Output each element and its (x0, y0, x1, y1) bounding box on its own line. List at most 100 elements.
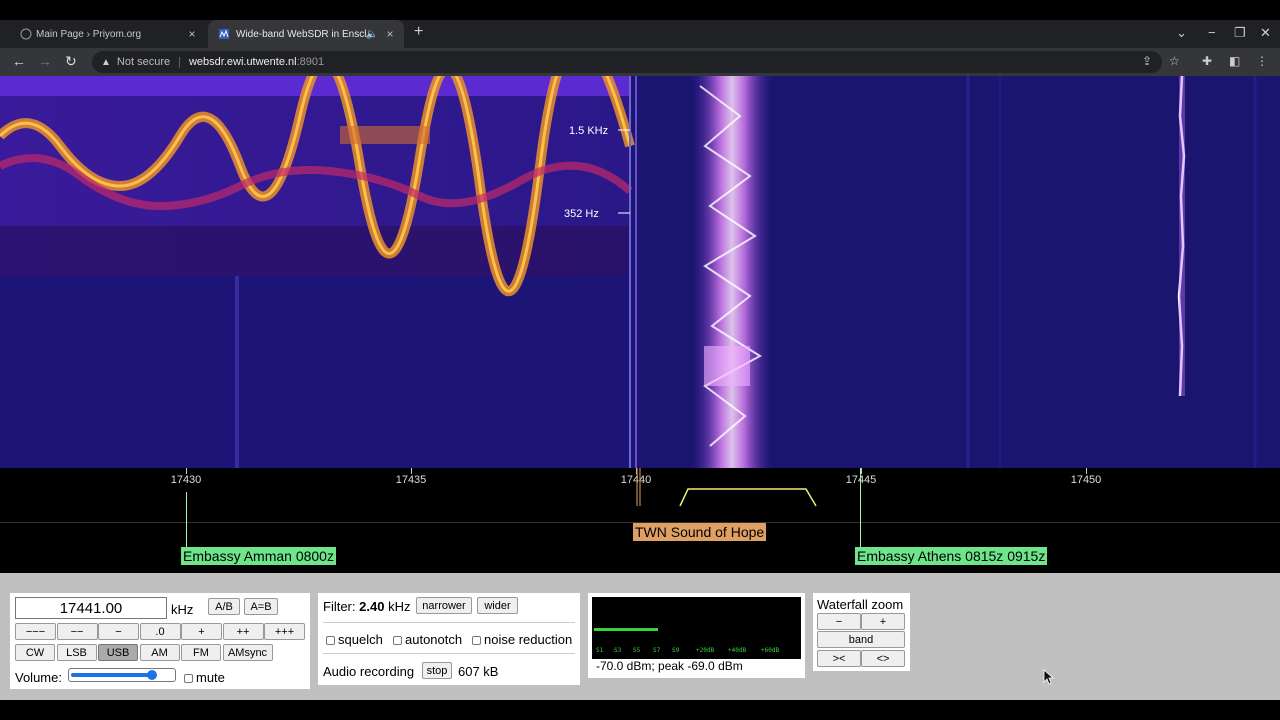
tab-priyom[interactable]: Main Page › Priyom.org × (10, 20, 206, 48)
audio-recording-label: Audio recording (323, 664, 415, 679)
mode-button-fm[interactable]: FM (181, 644, 221, 661)
frequency-box: 17441.00 kHz A/B A=B −−− −− − .0 + ++ +++ CW LS… (10, 593, 310, 689)
volume-label: Volume: (15, 670, 62, 685)
globe-icon (20, 28, 32, 40)
mode-button-am[interactable]: AM (139, 644, 180, 661)
passband-lower-label: 352 Hz (564, 208, 599, 220)
volume-slider-thumb[interactable] (147, 670, 158, 680)
divider (323, 653, 575, 654)
autonotch-checkbox[interactable]: autonotch (393, 632, 462, 647)
url-host: websdr.ewi.utwente.nl (188, 56, 297, 68)
close-tab-icon[interactable]: × (184, 27, 200, 41)
narrower-button[interactable]: narrower (416, 597, 472, 614)
close-tab-icon[interactable]: × (382, 27, 398, 41)
volume-slider[interactable] (68, 668, 176, 682)
zoom-narrow-button[interactable]: >< (817, 650, 861, 667)
divider (323, 622, 575, 623)
station-label-sound-of-hope[interactable]: TWN Sound of Hope (633, 523, 767, 541)
step-button[interactable]: −−− (15, 623, 56, 640)
screen-top-border (0, 0, 1280, 20)
frequency-scale[interactable]: 17430 17435 17440 17445 17450 TWN Sound of H… (0, 468, 1280, 573)
smeter-tick-label: S3 (614, 647, 622, 654)
forward-icon[interactable]: → (38, 53, 52, 69)
station-label-amman[interactable]: Embassy Amman 0800z (181, 547, 336, 565)
stop-recording-button[interactable]: stop (422, 662, 452, 679)
noise-reduction-checkbox[interactable]: noise reduction (472, 632, 572, 647)
station-label-athens[interactable]: Embassy Athens 0815z 0915z (855, 547, 1048, 565)
back-icon[interactable]: ← (12, 53, 26, 69)
tab-search-icon[interactable]: ⌄ (1176, 25, 1187, 41)
smeter-tick-label: S1 (596, 647, 604, 654)
minimize-icon[interactable]: − (1208, 25, 1216, 40)
tab-strip: Main Page › Priyom.org × Wide-band WebSD… (0, 20, 1280, 48)
step-button[interactable]: + (181, 623, 222, 640)
tab-websdr[interactable]: Wide-band WebSDR in Enschede 🔈 × (208, 20, 404, 48)
mouse-cursor-icon (1043, 669, 1055, 685)
filter-value: 2.40 (359, 599, 385, 614)
smeter-tick-label: S9 (672, 647, 680, 654)
extensions-icon[interactable]: ✚ (1202, 54, 1212, 68)
waterfall-zoom-title: Waterfall zoom (817, 597, 904, 612)
bookmark-star-icon[interactable]: ☆ (1169, 54, 1180, 68)
waterfall-graphic: 1.5 KHz 352 Hz (0, 76, 1280, 468)
a-equals-b-button[interactable]: A=B (244, 598, 278, 615)
smeter-tick-label: S5 (633, 647, 641, 654)
filter-label: Filter: (323, 599, 356, 614)
recording-size: 607 kB (458, 664, 499, 679)
noise-reduction-label: noise reduction (484, 632, 573, 647)
waterfall-zoom-box: Waterfall zoom − + band >< <> (813, 593, 910, 671)
checkbox-icon[interactable] (393, 636, 402, 645)
step-button[interactable]: .0 (139, 623, 181, 640)
mute-label: mute (196, 670, 225, 685)
zoom-out-button[interactable]: − (817, 613, 861, 630)
mute-checkbox[interactable]: mute (184, 670, 225, 685)
mode-button-cw[interactable]: CW (15, 644, 55, 661)
passband-upper-label: 1.5 KHz (569, 125, 608, 137)
new-tab-button[interactable]: + (414, 23, 423, 41)
address-bar[interactable]: ▲ Not secure | websdr.ewi.utwente.nl :89… (92, 51, 1162, 73)
restore-icon[interactable]: ❐ (1234, 25, 1246, 41)
security-label[interactable]: Not secure (117, 56, 170, 68)
ab-button[interactable]: A/B (208, 598, 240, 615)
control-panel-area: 17441.00 kHz A/B A=B −−− −− − .0 + ++ +++ CW LS… (0, 573, 1280, 700)
smeter-tick-label: S7 (653, 647, 661, 654)
zoom-wide-button[interactable]: <> (861, 650, 905, 667)
close-window-icon[interactable]: ✕ (1260, 25, 1271, 41)
zoom-band-button[interactable]: band (817, 631, 905, 648)
menu-icon[interactable]: ⋮ (1256, 54, 1268, 68)
wider-button[interactable]: wider (477, 597, 518, 614)
reload-icon[interactable]: ↻ (65, 53, 77, 70)
filter-box: Filter: 2.40 kHz narrower wider squelch … (318, 593, 580, 685)
station-marker-line (186, 492, 187, 548)
checkbox-icon[interactable] (326, 636, 335, 645)
tab-title: Main Page › Priyom.org (36, 28, 142, 40)
smeter-readout: -70.0 dBm; peak -69.0 dBm (596, 659, 743, 673)
side-panel-icon[interactable]: ◧ (1229, 54, 1240, 68)
squelch-checkbox[interactable]: squelch (326, 632, 383, 647)
mode-button-lsb[interactable]: LSB (56, 644, 97, 661)
mode-button-usb[interactable]: USB (98, 644, 138, 661)
frequency-unit: kHz (171, 602, 194, 617)
step-button[interactable]: − (98, 623, 139, 640)
tab-title: Wide-band WebSDR in Enschede (236, 28, 366, 40)
speaker-icon[interactable]: 🔈 (366, 29, 378, 40)
smeter-tick-label: +20dB (696, 647, 715, 654)
url-port: :8901 (296, 56, 325, 68)
warning-icon[interactable]: ▲ (101, 57, 111, 68)
frequency-input[interactable]: 17441.00 (15, 597, 167, 619)
mode-button-amsync[interactable]: AMsync (222, 644, 273, 661)
smeter-box: S1 S3 S5 S7 S9 +20dB +40dB +60dB -70.0 dBm; pea… (588, 593, 805, 678)
share-icon[interactable]: ⇪ (1142, 54, 1152, 68)
zoom-in-button[interactable]: + (861, 613, 905, 630)
screen-bottom-border (0, 700, 1280, 720)
waterfall-display[interactable]: 1.5 KHz 352 Hz (0, 76, 1280, 468)
autonotch-label: autonotch (405, 632, 463, 647)
checkbox-icon[interactable] (184, 674, 193, 683)
websdr-favicon-icon (219, 29, 229, 39)
separator: | (178, 56, 181, 68)
checkbox-icon[interactable] (472, 636, 481, 645)
step-button[interactable]: −− (56, 623, 98, 640)
toolbar: ← → ↻ ▲ Not secure | websdr.ewi.utwente.… (0, 48, 1280, 76)
step-button[interactable]: +++ (264, 623, 305, 640)
step-button[interactable]: ++ (222, 623, 264, 640)
